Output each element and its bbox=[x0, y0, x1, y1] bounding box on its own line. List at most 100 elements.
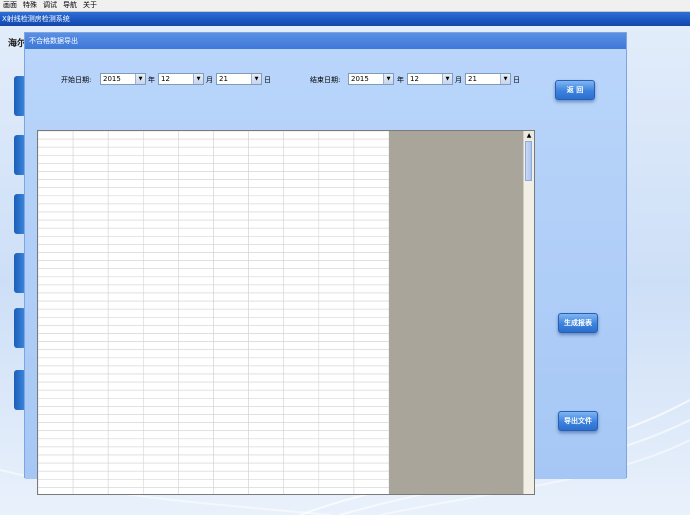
grid-cell[interactable] bbox=[178, 252, 214, 261]
grid-cell[interactable] bbox=[283, 179, 320, 188]
grid-cell[interactable] bbox=[72, 341, 109, 351]
grid-cell[interactable] bbox=[178, 276, 214, 286]
grid-cell[interactable] bbox=[213, 397, 249, 407]
grid-cell[interactable] bbox=[143, 244, 179, 253]
grid-cell[interactable] bbox=[248, 406, 285, 415]
grid-cell[interactable] bbox=[283, 138, 320, 148]
grid-cell[interactable] bbox=[72, 381, 109, 391]
grid-cell[interactable] bbox=[318, 422, 355, 432]
grid-cell[interactable] bbox=[318, 292, 355, 302]
grid-cell[interactable] bbox=[283, 341, 320, 351]
grid-cell[interactable] bbox=[178, 187, 214, 197]
grid-cell[interactable] bbox=[143, 422, 179, 432]
grid-cell[interactable] bbox=[178, 203, 214, 213]
grid-cell[interactable] bbox=[283, 478, 320, 488]
grid-cell[interactable] bbox=[318, 325, 355, 334]
grid-cell[interactable] bbox=[178, 478, 214, 488]
grid-cell[interactable] bbox=[38, 268, 74, 278]
grid-cell[interactable] bbox=[143, 146, 179, 156]
grid-cell[interactable] bbox=[143, 284, 179, 294]
grid-cell[interactable] bbox=[318, 203, 355, 213]
grid-cell[interactable] bbox=[178, 325, 214, 334]
grid-cell[interactable] bbox=[318, 381, 355, 391]
grid-cell[interactable] bbox=[107, 219, 144, 229]
grid-cell[interactable] bbox=[178, 154, 214, 164]
grid-cell[interactable] bbox=[107, 292, 144, 302]
grid-cell[interactable] bbox=[248, 454, 285, 464]
grid-cell[interactable] bbox=[178, 171, 214, 180]
grid-cell[interactable] bbox=[178, 470, 214, 480]
grid-cell[interactable] bbox=[353, 146, 389, 156]
grid-cell[interactable] bbox=[143, 276, 179, 286]
grid-cell[interactable] bbox=[107, 317, 144, 326]
grid-cell[interactable] bbox=[143, 187, 179, 197]
grid-cell[interactable] bbox=[178, 397, 214, 407]
grid-cell[interactable] bbox=[248, 146, 285, 156]
grid-cell[interactable] bbox=[283, 438, 320, 448]
grid-cell[interactable] bbox=[38, 195, 74, 205]
grid-cell[interactable] bbox=[283, 131, 320, 140]
grid-cell[interactable] bbox=[283, 252, 320, 261]
grid-cell[interactable] bbox=[248, 414, 285, 423]
grid-cell[interactable] bbox=[213, 446, 249, 456]
grid-cell[interactable] bbox=[72, 317, 109, 326]
grid-cell[interactable] bbox=[353, 317, 389, 326]
grid-cell[interactable] bbox=[353, 389, 389, 399]
grid-cell[interactable] bbox=[248, 308, 285, 318]
grid-cell[interactable] bbox=[107, 478, 144, 488]
grid-cell[interactable] bbox=[248, 487, 285, 495]
grid-cell[interactable] bbox=[318, 414, 355, 423]
grid-cell[interactable] bbox=[213, 292, 249, 302]
grid-cell[interactable] bbox=[353, 341, 389, 351]
grid-cell[interactable] bbox=[318, 211, 355, 221]
grid-cell[interactable] bbox=[143, 333, 179, 342]
grid-cell[interactable] bbox=[213, 146, 249, 156]
grid-cell[interactable] bbox=[38, 252, 74, 261]
grid-cell[interactable] bbox=[178, 341, 214, 351]
grid-cell[interactable] bbox=[213, 219, 249, 229]
grid-cell[interactable] bbox=[72, 187, 109, 197]
grid-cell[interactable] bbox=[213, 349, 249, 359]
grid-cell[interactable] bbox=[38, 317, 74, 326]
grid-cell[interactable] bbox=[38, 389, 74, 399]
grid-cell[interactable] bbox=[107, 373, 144, 383]
grid-cell[interactable] bbox=[143, 171, 179, 180]
grid-cell[interactable] bbox=[213, 389, 249, 399]
grid-cell[interactable] bbox=[178, 195, 214, 205]
grid-cell[interactable] bbox=[248, 268, 285, 278]
grid-cell[interactable] bbox=[283, 325, 320, 334]
grid-cell[interactable] bbox=[143, 406, 179, 415]
grid-cell[interactable] bbox=[213, 381, 249, 391]
scroll-thumb[interactable] bbox=[525, 141, 532, 181]
grid-cell[interactable] bbox=[38, 470, 74, 480]
grid-cell[interactable] bbox=[318, 219, 355, 229]
grid-cell[interactable] bbox=[353, 219, 389, 229]
grid-cell[interactable] bbox=[248, 478, 285, 488]
grid-cell[interactable] bbox=[353, 244, 389, 253]
start-day-select[interactable]: 21 ▼ bbox=[216, 73, 262, 85]
grid-cell[interactable] bbox=[318, 252, 355, 261]
grid-cell[interactable] bbox=[143, 446, 179, 456]
grid-cell[interactable] bbox=[353, 211, 389, 221]
grid-cell[interactable] bbox=[143, 462, 179, 472]
grid-cell[interactable] bbox=[178, 406, 214, 415]
grid-cell[interactable] bbox=[38, 349, 74, 359]
grid-cell[interactable] bbox=[72, 211, 109, 221]
grid-cell[interactable] bbox=[178, 487, 214, 495]
grid-cell[interactable] bbox=[318, 260, 355, 270]
grid-cell[interactable] bbox=[143, 349, 179, 359]
menu-item-special[interactable]: 特殊 bbox=[20, 0, 40, 11]
grid-cell[interactable] bbox=[178, 446, 214, 456]
vertical-scrollbar[interactable]: ▲ bbox=[523, 131, 534, 494]
grid-cell[interactable] bbox=[318, 397, 355, 407]
grid-cell[interactable] bbox=[318, 430, 355, 440]
grid-cell[interactable] bbox=[38, 284, 74, 294]
grid-cell[interactable] bbox=[72, 300, 109, 310]
grid-cell[interactable] bbox=[38, 179, 74, 188]
grid-cell[interactable] bbox=[318, 487, 355, 495]
grid-cell[interactable] bbox=[283, 430, 320, 440]
grid-cell[interactable] bbox=[283, 268, 320, 278]
grid-cell[interactable] bbox=[353, 252, 389, 261]
grid-cell[interactable] bbox=[353, 276, 389, 286]
grid-cell[interactable] bbox=[353, 438, 389, 448]
